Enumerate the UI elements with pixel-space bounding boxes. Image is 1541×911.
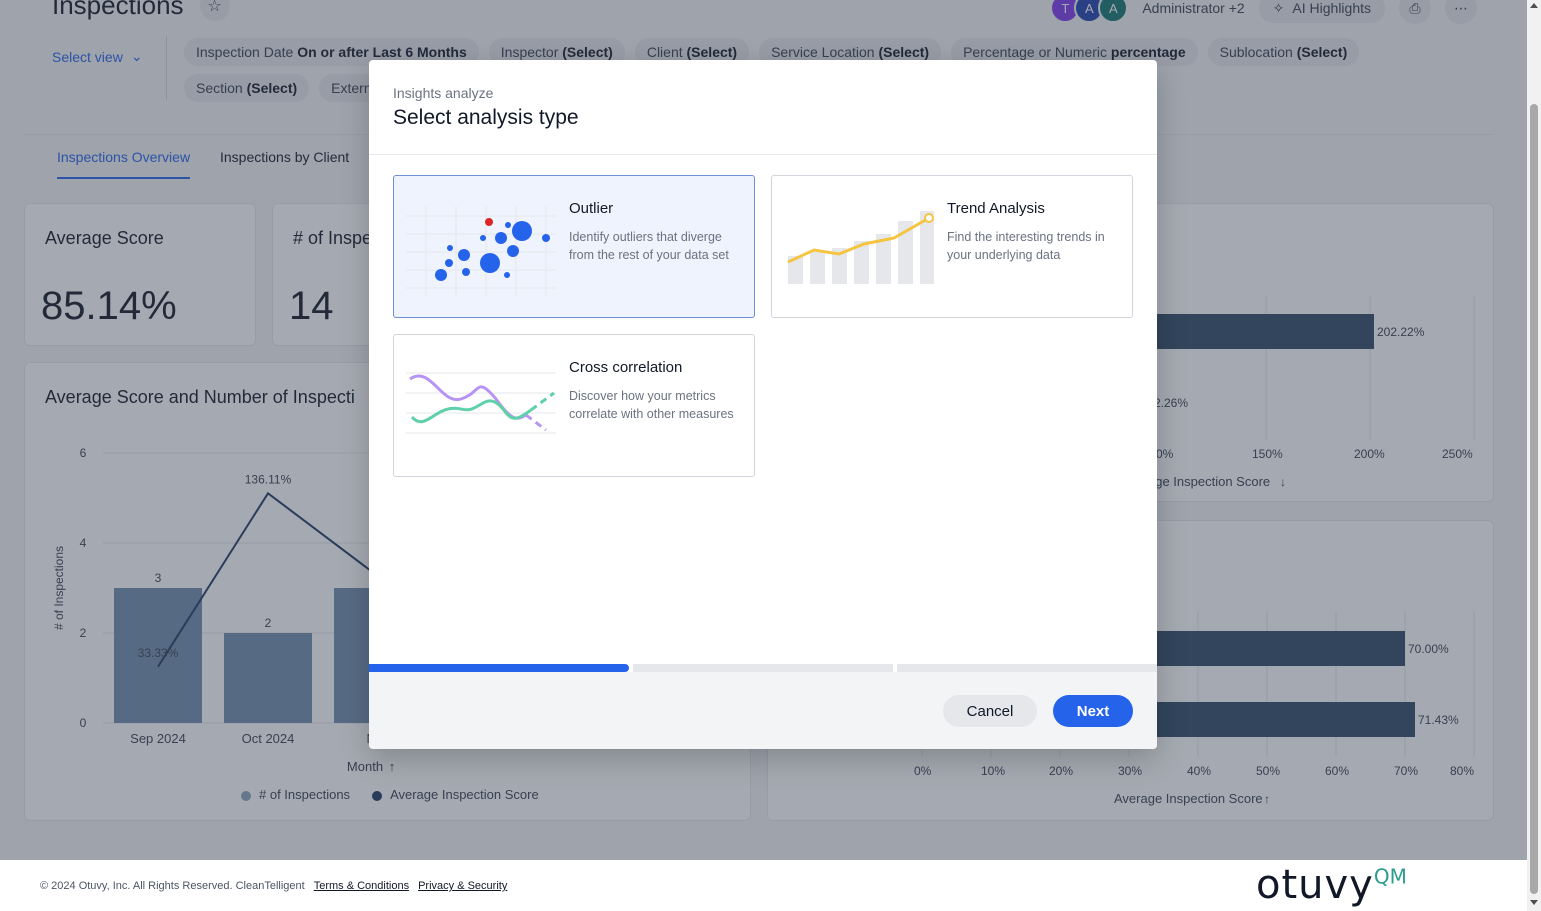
option-trend-analysis[interactable]: Trend Analysis Find the interesting tren…: [771, 175, 1133, 318]
divider: [369, 154, 1157, 155]
terms-link[interactable]: Terms & Conditions: [314, 880, 409, 892]
privacy-link[interactable]: Privacy & Security: [418, 880, 507, 892]
option-description: Discover how your metrics correlate with…: [569, 389, 734, 421]
option-description: Identify outliers that diverge from the …: [569, 230, 729, 262]
option-title: Outlier: [569, 200, 614, 217]
scroll-up-icon[interactable]: [1530, 3, 1538, 8]
outlier-scatter-icon: [406, 206, 556, 296]
cancel-button[interactable]: Cancel: [943, 695, 1037, 727]
progress-step-2: [633, 664, 893, 672]
scrollbar-thumb[interactable]: [1530, 104, 1538, 894]
option-title: Cross correlation: [569, 359, 683, 376]
modal-subtitle: Insights analyze: [393, 85, 494, 101]
cross-correlation-icon: [406, 372, 556, 434]
progress-step-1: [369, 664, 629, 672]
analysis-type-modal: Insights analyze Select analysis type Ou…: [369, 60, 1157, 749]
option-cross-correlation[interactable]: Cross correlation Discover how your metr…: [393, 334, 755, 477]
modal-title: Select analysis type: [393, 106, 579, 129]
modal-footer: Cancel Next: [369, 672, 1157, 749]
otuvy-logo: otuvyQM: [1256, 862, 1407, 908]
page-footer: © 2024 Otuvy, Inc. All Rights Reserved. …: [0, 860, 1527, 911]
copyright-text: © 2024 Otuvy, Inc. All Rights Reserved. …: [40, 880, 305, 892]
option-outlier[interactable]: Outlier Identify outliers that diverge f…: [393, 175, 755, 318]
next-button[interactable]: Next: [1053, 695, 1133, 727]
trend-analysis-icon: [787, 211, 934, 284]
option-description: Find the interesting trends in your unde…: [947, 230, 1105, 262]
footer-links: © 2024 Otuvy, Inc. All Rights Reserved. …: [40, 880, 507, 892]
page-scrollbar[interactable]: [1527, 0, 1541, 911]
option-title: Trend Analysis: [947, 200, 1045, 217]
scroll-down-icon[interactable]: [1530, 900, 1538, 905]
progress-step-3: [897, 664, 1157, 672]
